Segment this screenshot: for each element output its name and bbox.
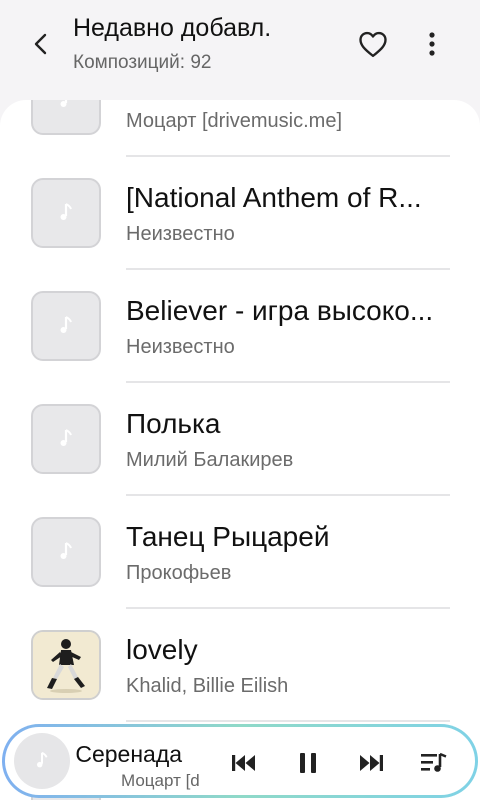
more-options-button[interactable] — [412, 24, 452, 64]
skip-previous-icon — [232, 755, 255, 771]
track-title: Полька — [126, 408, 221, 439]
music-note-icon — [60, 203, 72, 220]
track-artist: Моцарт [drivemusic.me] — [126, 110, 343, 132]
track-artist: Прокофьев — [126, 562, 232, 584]
track-row[interactable]: [National Anthem of R... Неизвестно — [0, 157, 480, 270]
music-note-icon — [60, 542, 72, 559]
track-title: Танец Рыцарей — [126, 521, 330, 552]
track-artwork — [31, 178, 101, 248]
app-header: Недавно добавл. Композиций: 92 — [0, 0, 480, 100]
track-artist: Неизвестно — [126, 336, 235, 358]
track-artist: Khalid, Billie Eilish — [126, 675, 289, 697]
track-artist: Неизвестно — [126, 223, 235, 245]
mini-player-title: ная Серенада — [75, 741, 183, 767]
album-art — [31, 630, 101, 700]
music-note-icon — [60, 100, 68, 107]
skip-next-icon — [360, 755, 383, 771]
track-row[interactable]: Танец Рыцарей Прокофьев — [0, 496, 480, 609]
album-art-figure — [33, 632, 99, 698]
track-count: Композиций: 92 — [73, 52, 212, 73]
mini-player-info[interactable]: ная Серенада Моцарт [drivemusic.me] — [75, 731, 199, 793]
track-row[interactable]: lovely Khalid, Billie Eilish — [0, 609, 480, 722]
heart-outline-icon — [359, 31, 387, 58]
track-title: Believer - игра высоко... — [126, 295, 434, 326]
pause-button[interactable] — [287, 742, 329, 784]
mini-player-artwork — [14, 733, 70, 789]
track-artwork — [31, 100, 101, 135]
track-title: [National Anthem of R... — [126, 182, 422, 213]
favorite-button[interactable] — [353, 24, 393, 64]
back-button[interactable] — [22, 24, 62, 64]
track-list: Моцарт [drivemusic.me] [National Anthem … — [0, 100, 480, 800]
track-artwork — [31, 517, 101, 587]
track-artwork — [31, 404, 101, 474]
page-title: Недавно добавл. — [73, 14, 272, 42]
previous-button[interactable] — [223, 742, 265, 784]
track-row[interactable]: Моцарт [drivemusic.me] — [0, 100, 480, 157]
more-vertical-icon — [429, 32, 435, 56]
track-artwork — [31, 291, 101, 361]
mini-player-artist: Моцарт [drivemusic.me] — [121, 771, 199, 790]
track-list-card: Моцарт [drivemusic.me] [National Anthem … — [0, 100, 480, 800]
music-note-icon — [36, 751, 48, 768]
music-note-icon — [60, 429, 72, 446]
track-title: lovely — [126, 634, 198, 665]
track-row[interactable]: Полька Милий Балакирев — [0, 383, 480, 496]
pause-icon — [300, 753, 316, 773]
mini-player[interactable]: ная Серенада Моцарт [drivemusic.me] — [2, 724, 478, 798]
track-row[interactable]: Believer - игра высоко... Неизвестно — [0, 270, 480, 383]
queue-button[interactable] — [413, 742, 455, 784]
track-artist: Милий Балакирев — [126, 449, 294, 471]
music-note-icon — [60, 316, 72, 333]
back-arrow-icon — [34, 33, 47, 55]
playlist-icon — [421, 752, 447, 772]
next-button[interactable] — [350, 742, 392, 784]
